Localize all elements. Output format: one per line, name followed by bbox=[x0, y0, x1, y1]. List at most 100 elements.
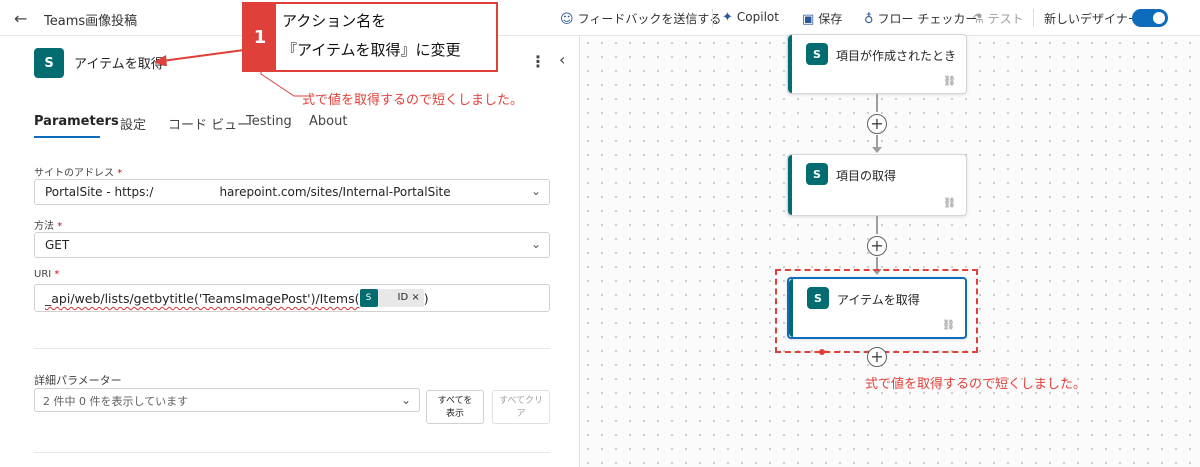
connector-arrow-icon bbox=[872, 147, 882, 153]
flow-node-trigger[interactable]: S 項目が作成されたとき ⛓ bbox=[787, 34, 967, 94]
node-title: 項目が作成されたとき bbox=[836, 49, 957, 63]
collapse-panel-icon[interactable]: ‹ bbox=[559, 50, 565, 69]
uri-input[interactable]: _api/web/lists/getbytitle('TeamsImagePos… bbox=[34, 284, 550, 312]
dynamic-token-id[interactable]: S ID × bbox=[359, 289, 424, 307]
canvas-annotation-note: 式で値を取得するので短くしました。 bbox=[865, 377, 1087, 392]
site-address-dropdown[interactable]: PortalSite - https:/ harepoint.com/sites/… bbox=[34, 179, 550, 205]
method-value: GET bbox=[45, 238, 70, 252]
sharepoint-icon: S bbox=[807, 287, 829, 309]
annotation-leader-line bbox=[260, 70, 304, 97]
node-accent-bar bbox=[788, 155, 792, 215]
add-step-plus-icon[interactable]: + bbox=[867, 114, 887, 134]
clear-all-button[interactable]: すべてクリア bbox=[492, 390, 550, 424]
test-button[interactable]: ⚗ テスト bbox=[972, 10, 1024, 27]
callout-line1: アクション名を bbox=[282, 12, 387, 30]
required-mark: * bbox=[54, 269, 60, 280]
site-address-label-text: サイトのアドレス bbox=[34, 168, 114, 179]
feedback-label: フィードバックを送信する bbox=[577, 12, 722, 26]
sharepoint-icon: S bbox=[359, 289, 378, 307]
node-title: アイテムを取得 bbox=[837, 293, 920, 307]
sharepoint-icon: S bbox=[806, 43, 828, 65]
uri-label-text: URI bbox=[34, 269, 52, 280]
feedback-icon: ☺ bbox=[560, 12, 574, 27]
flask-icon: ⚗ bbox=[972, 12, 984, 27]
node-accent-bar bbox=[788, 35, 792, 93]
advanced-params-label: 詳細パラメーター bbox=[34, 374, 122, 387]
site-value-prefix: PortalSite - https:/ bbox=[45, 185, 154, 199]
panel-annotation-note: 式で値を取得するので短くしました。 bbox=[302, 93, 524, 108]
annotation-arrow-icon bbox=[154, 49, 245, 66]
required-mark: * bbox=[117, 168, 123, 179]
save-icon: ▣ bbox=[802, 12, 815, 27]
callout-line2: 『アイテムを取得』に変更 bbox=[282, 41, 461, 59]
show-all-line1: すべてを bbox=[437, 396, 473, 406]
save-button[interactable]: ▣ 保存 bbox=[802, 10, 842, 27]
method-label: 方法 * bbox=[34, 217, 62, 232]
link-icon: ⛓ bbox=[942, 320, 955, 331]
new-designer-toggle[interactable] bbox=[1132, 9, 1168, 27]
flow-node-get-item[interactable]: S 項目の取得 ⛓ bbox=[787, 154, 967, 216]
connector-line bbox=[876, 216, 878, 234]
tab-parameters[interactable]: Parameters bbox=[34, 114, 119, 129]
clear-all-line1: すべてクリ bbox=[498, 396, 543, 406]
chevron-down-icon: ⌄ bbox=[530, 184, 541, 198]
connector-line bbox=[876, 135, 878, 147]
token-label: ID bbox=[397, 292, 409, 303]
flow-checker-button[interactable]: ♁ フロー チェッカー bbox=[864, 10, 977, 27]
method-label-text: 方法 bbox=[34, 221, 54, 232]
divider bbox=[34, 348, 550, 349]
flow-node-get-item-renamed[interactable]: S アイテムを取得 ⛓ bbox=[787, 277, 967, 339]
top-bar: ← Teams画像投稿 ☺ フィードバックを送信する ✦ Copilot ▣ 保存 ♁… bbox=[0, 0, 1200, 36]
save-label: 保存 bbox=[818, 12, 843, 26]
flow-checker-label: フロー チェッカー bbox=[877, 12, 978, 26]
toolbar-divider bbox=[712, 9, 713, 27]
link-icon: ⛓ bbox=[943, 198, 956, 209]
toggle-knob bbox=[1153, 12, 1165, 24]
add-step-plus-icon[interactable]: + bbox=[867, 236, 887, 256]
sharepoint-icon: S bbox=[806, 163, 828, 185]
node-accent-bar bbox=[789, 279, 793, 337]
node-title: 項目の取得 bbox=[836, 169, 897, 183]
callout-number: 1 bbox=[244, 4, 276, 70]
show-all-button[interactable]: すべてを 表示 bbox=[426, 390, 484, 424]
copilot-icon: ✦ bbox=[722, 10, 733, 25]
sharepoint-glyph: S bbox=[44, 55, 54, 71]
site-value-suffix: harepoint.com/sites/Internal-PortalSite bbox=[219, 185, 451, 199]
uri-label: URI * bbox=[34, 269, 59, 280]
advanced-params-dropdown[interactable]: 2 件中 0 件を表示しています ⌄ bbox=[34, 388, 420, 412]
new-designer-label: 新しいデザイナー bbox=[1044, 12, 1140, 26]
divider bbox=[34, 452, 550, 453]
copilot-button[interactable]: ✦ Copilot bbox=[722, 10, 779, 25]
toolbar-divider bbox=[1033, 9, 1034, 27]
more-options-icon[interactable]: ⋮ bbox=[530, 52, 546, 71]
tab-settings[interactable]: 設定 bbox=[120, 114, 146, 133]
app-root: ← Teams画像投稿 ☺ フィードバックを送信する ✦ Copilot ▣ 保存 ♁… bbox=[0, 0, 1200, 467]
chevron-down-icon: ⌄ bbox=[400, 393, 411, 407]
clear-all-line2: ア bbox=[516, 409, 526, 419]
flow-canvas[interactable]: S 項目が作成されたとき ⛓ + S 項目の取得 ⛓ + S アイテムを取得 ⛓… bbox=[581, 34, 1200, 467]
copilot-label: Copilot bbox=[736, 10, 779, 24]
tab-about[interactable]: About bbox=[309, 114, 347, 129]
stethoscope-icon: ♁ bbox=[864, 12, 874, 27]
required-mark: * bbox=[57, 221, 63, 232]
connector-line bbox=[876, 94, 878, 112]
tab-testing[interactable]: Testing bbox=[246, 114, 292, 129]
sharepoint-icon: S bbox=[34, 48, 64, 78]
add-step-plus-icon[interactable]: + bbox=[867, 347, 887, 367]
test-label: テスト bbox=[987, 12, 1024, 26]
token-remove-icon[interactable]: × bbox=[411, 292, 419, 303]
method-dropdown[interactable]: GET ⌄ bbox=[34, 232, 550, 258]
back-arrow-icon[interactable]: ← bbox=[14, 9, 27, 28]
advanced-params-value: 2 件中 0 件を表示しています bbox=[43, 395, 189, 408]
site-address-label: サイトのアドレス * bbox=[34, 164, 122, 179]
annotation-callout: 1 アクション名を 『アイテムを取得』に変更 bbox=[242, 2, 498, 72]
feedback-button[interactable]: ☺ フィードバックを送信する bbox=[560, 10, 721, 27]
connector-line bbox=[876, 257, 878, 269]
tab-code-view[interactable]: コード ビュー bbox=[168, 114, 250, 133]
flow-title: Teams画像投稿 bbox=[44, 14, 138, 29]
show-all-line2: 表示 bbox=[445, 409, 464, 419]
link-icon: ⛓ bbox=[943, 76, 956, 87]
annotation-dot bbox=[819, 349, 825, 355]
chevron-down-icon: ⌄ bbox=[530, 237, 541, 251]
uri-suffix: ) bbox=[423, 291, 429, 306]
